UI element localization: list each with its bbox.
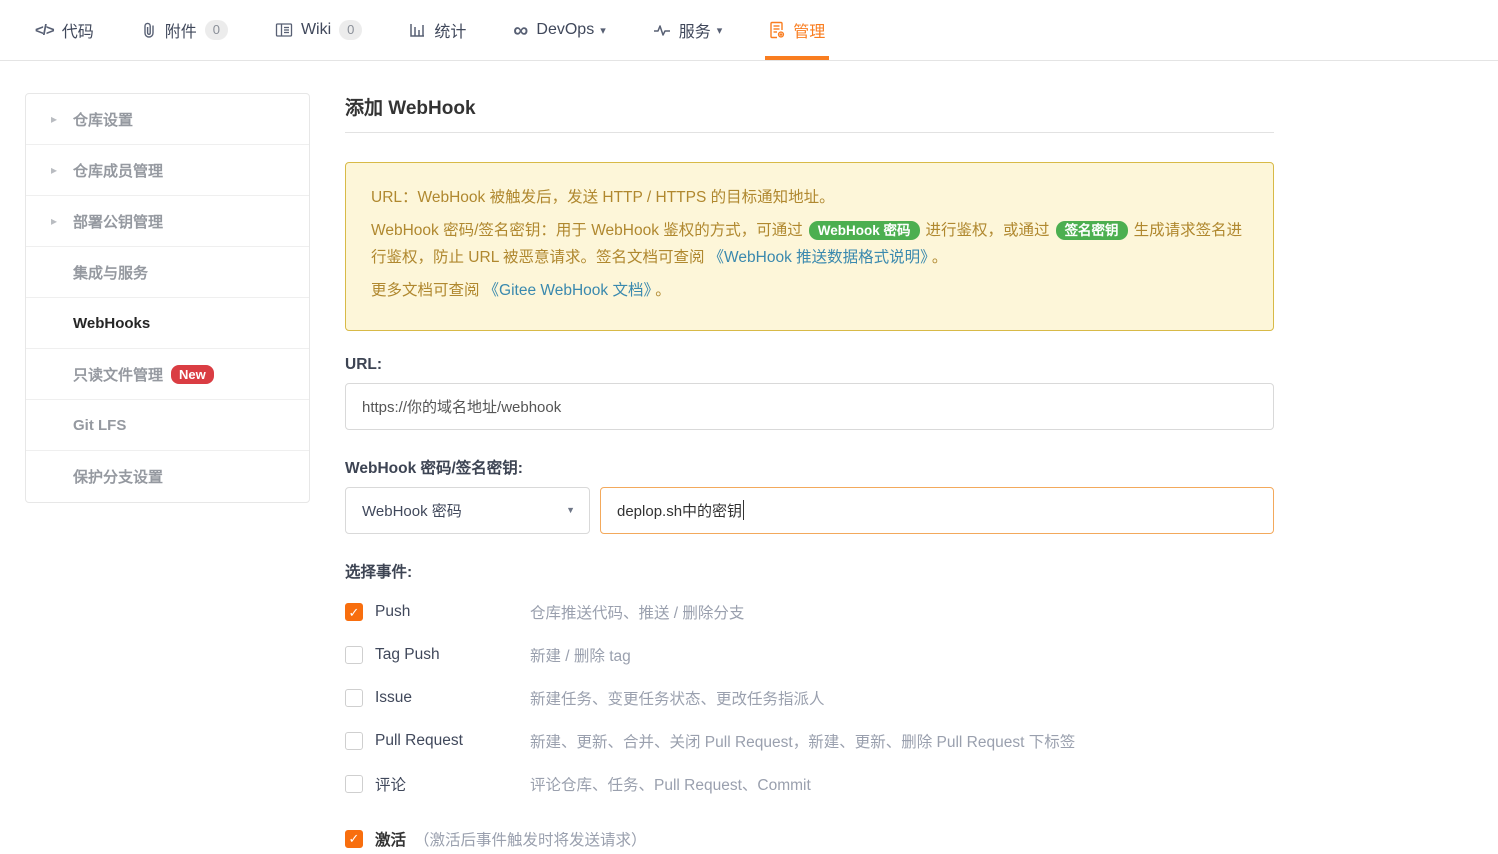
tab-manage[interactable]: 管理 bbox=[765, 0, 830, 60]
sidebar-item-protected-branches[interactable]: 保护分支设置 bbox=[26, 451, 309, 502]
tab-code[interactable]: </> 代码 bbox=[35, 0, 94, 60]
tab-services[interactable]: 服务 ▾ bbox=[653, 0, 723, 60]
event-label: Pull Request bbox=[375, 732, 463, 749]
event-description: 新建任务、变更任务状态、更改任务指派人 bbox=[530, 691, 825, 708]
sidebar-item-member-management[interactable]: ▸ 仓库成员管理 bbox=[26, 145, 309, 196]
text-cursor bbox=[743, 500, 745, 520]
sidebar-item-webhooks[interactable]: WebHooks bbox=[26, 298, 309, 349]
sign-key-badge: 签名密钥 bbox=[1055, 221, 1128, 241]
chevron-down-icon: ▾ bbox=[716, 24, 723, 37]
wiki-count-badge: 0 bbox=[339, 20, 363, 40]
tab-manage-label: 管理 bbox=[793, 24, 826, 41]
bar-chart-icon bbox=[409, 22, 426, 38]
sidebar-item-readonly-files[interactable]: 只读文件管理 New bbox=[26, 349, 309, 400]
alert-line-more-docs: 更多文档可查阅 《Gitee WebHook 文档》。 bbox=[371, 282, 671, 300]
title-divider bbox=[345, 132, 1274, 133]
alert-line-secret: WebHook 密码/签名密钥：用于 WebHook 鉴权的方式，可通过 WebH… bbox=[371, 221, 1243, 267]
alert-line-url: URL：WebHook 被触发后，发送 HTTP / HTTPS 的目标通知地址… bbox=[371, 189, 835, 206]
tab-wiki[interactable]: Wiki 0 bbox=[275, 0, 363, 60]
event-label: Tag Push bbox=[375, 646, 440, 663]
webhook-form: 添加 WebHook URL：WebHook 被触发后，发送 HTTP / HT… bbox=[345, 93, 1274, 854]
paperclip-icon bbox=[141, 21, 157, 39]
chevron-right-icon: ▸ bbox=[51, 112, 58, 126]
new-badge: New bbox=[171, 364, 214, 384]
issue-checkbox[interactable]: ✓ bbox=[345, 689, 363, 707]
tab-attachments-label: 附件 bbox=[164, 24, 197, 41]
sidebar-item-label: 保护分支设置 bbox=[73, 469, 164, 486]
event-description: 新建 / 删除 tag bbox=[530, 648, 631, 665]
sidebar-item-label: Git LFS bbox=[73, 416, 127, 434]
activate-row: ✓ 激活 （激活后事件触发时将发送请求） bbox=[345, 824, 1274, 854]
secret-input[interactable]: deplop.sh中的密钥 bbox=[600, 486, 1274, 534]
event-description: 仓库推送代码、推送 / 删除分支 bbox=[530, 605, 745, 622]
sidebar-item-git-lfs[interactable]: Git LFS bbox=[26, 400, 309, 451]
url-field-label: URL: bbox=[345, 355, 383, 373]
chevron-down-icon: ▾ bbox=[600, 24, 606, 37]
check-icon: ✓ bbox=[348, 604, 360, 620]
page-title: 添加 WebHook bbox=[345, 98, 476, 119]
tab-services-label: 服务 bbox=[678, 24, 711, 41]
event-row-pull-request: ✓ Pull Request 新建、更新、合并、关闭 Pull Request，… bbox=[345, 720, 1274, 763]
secret-field-label: WebHook 密码/签名密钥: bbox=[345, 459, 523, 477]
attachments-count-badge: 0 bbox=[204, 20, 228, 40]
event-row-issue: ✓ Issue 新建任务、变更任务状态、更改任务指派人 bbox=[345, 677, 1274, 720]
url-input-value: https://你的域名地址/webhook bbox=[362, 398, 562, 416]
webhook-password-badge: WebHook 密码 bbox=[808, 221, 920, 241]
repo-top-nav: </> 代码 附件 0 Wiki 0 统计 ∞ DevOps ▾ 服务 ▾ 管理 bbox=[0, 0, 1498, 61]
event-description: 评论仓库、任务、Pull Request、Commit bbox=[530, 777, 811, 794]
book-icon bbox=[275, 22, 293, 38]
secret-type-select[interactable]: WebHook 密码 ▼ bbox=[345, 486, 590, 534]
event-row-comment: ✓ 评论 评论仓库、任务、Pull Request、Commit bbox=[345, 763, 1274, 806]
sidebar-item-label: 集成与服务 bbox=[73, 264, 149, 282]
secret-type-selected-value: WebHook 密码 bbox=[362, 502, 462, 520]
webhook-info-alert: URL：WebHook 被触发后，发送 HTTP / HTTPS 的目标通知地址… bbox=[345, 162, 1274, 331]
tab-devops-label: DevOps bbox=[536, 21, 595, 38]
sidebar-item-repo-settings[interactable]: ▸ 仓库设置 bbox=[26, 94, 309, 145]
comment-checkbox[interactable]: ✓ bbox=[345, 775, 363, 793]
infinity-icon: ∞ bbox=[513, 18, 529, 42]
tab-statistics[interactable]: 统计 bbox=[409, 0, 466, 60]
pulse-icon bbox=[653, 22, 671, 38]
pull-request-checkbox[interactable]: ✓ bbox=[345, 732, 363, 750]
chevron-right-icon: ▸ bbox=[51, 214, 58, 228]
push-checkbox[interactable]: ✓ bbox=[345, 603, 363, 621]
settings-sidebar: ▸ 仓库设置 ▸ 仓库成员管理 ▸ 部署公钥管理 集成与服务 WebHooks … bbox=[25, 93, 310, 503]
sidebar-item-label: 仓库设置 bbox=[73, 111, 134, 129]
tab-devops[interactable]: ∞ DevOps ▾ bbox=[513, 0, 605, 60]
sidebar-item-label: 仓库成员管理 bbox=[73, 162, 164, 180]
code-icon: </> bbox=[35, 21, 55, 39]
activate-label: 激活 bbox=[375, 831, 407, 849]
activate-note: （激活后事件触发时将发送请求） bbox=[414, 831, 647, 849]
activate-checkbox[interactable]: ✓ bbox=[345, 829, 363, 848]
chevron-right-icon: ▸ bbox=[51, 163, 58, 177]
sidebar-item-deploy-keys[interactable]: ▸ 部署公钥管理 bbox=[26, 196, 309, 247]
tab-code-label: 代码 bbox=[61, 24, 94, 41]
event-label: Issue bbox=[375, 689, 413, 706]
tab-wiki-label: Wiki bbox=[300, 21, 332, 38]
tag-push-checkbox[interactable]: ✓ bbox=[345, 646, 363, 664]
event-row-push: ✓ Push 仓库推送代码、推送 / 删除分支 bbox=[345, 591, 1274, 634]
events-section-label: 选择事件: bbox=[345, 563, 413, 581]
gitee-webhook-doc-link[interactable]: 《Gitee WebHook 文档》 bbox=[484, 282, 652, 299]
tab-statistics-label: 统计 bbox=[434, 24, 467, 41]
doc-gear-icon bbox=[769, 21, 785, 39]
sidebar-item-label: WebHooks bbox=[73, 314, 151, 332]
tab-attachments[interactable]: 附件 0 bbox=[141, 0, 228, 60]
event-description: 新建、更新、合并、关闭 Pull Request，新建、更新、删除 Pull R… bbox=[530, 734, 1076, 751]
secret-input-value: deplop.sh中的密钥 bbox=[617, 502, 743, 520]
chevron-down-icon: ▼ bbox=[566, 505, 575, 515]
event-label: 评论 bbox=[375, 777, 407, 794]
url-input[interactable]: https://你的域名地址/webhook bbox=[345, 382, 1274, 430]
sidebar-item-label: 部署公钥管理 bbox=[73, 213, 164, 231]
webhook-format-doc-link[interactable]: 《WebHook 推送数据格式说明》 bbox=[709, 249, 928, 266]
sidebar-item-label: 只读文件管理 bbox=[73, 366, 164, 384]
event-label: Push bbox=[375, 603, 411, 620]
check-icon: ✓ bbox=[348, 831, 360, 846]
event-row-tag-push: ✓ Tag Push 新建 / 删除 tag bbox=[345, 634, 1274, 677]
sidebar-item-integrations[interactable]: 集成与服务 bbox=[26, 247, 309, 298]
